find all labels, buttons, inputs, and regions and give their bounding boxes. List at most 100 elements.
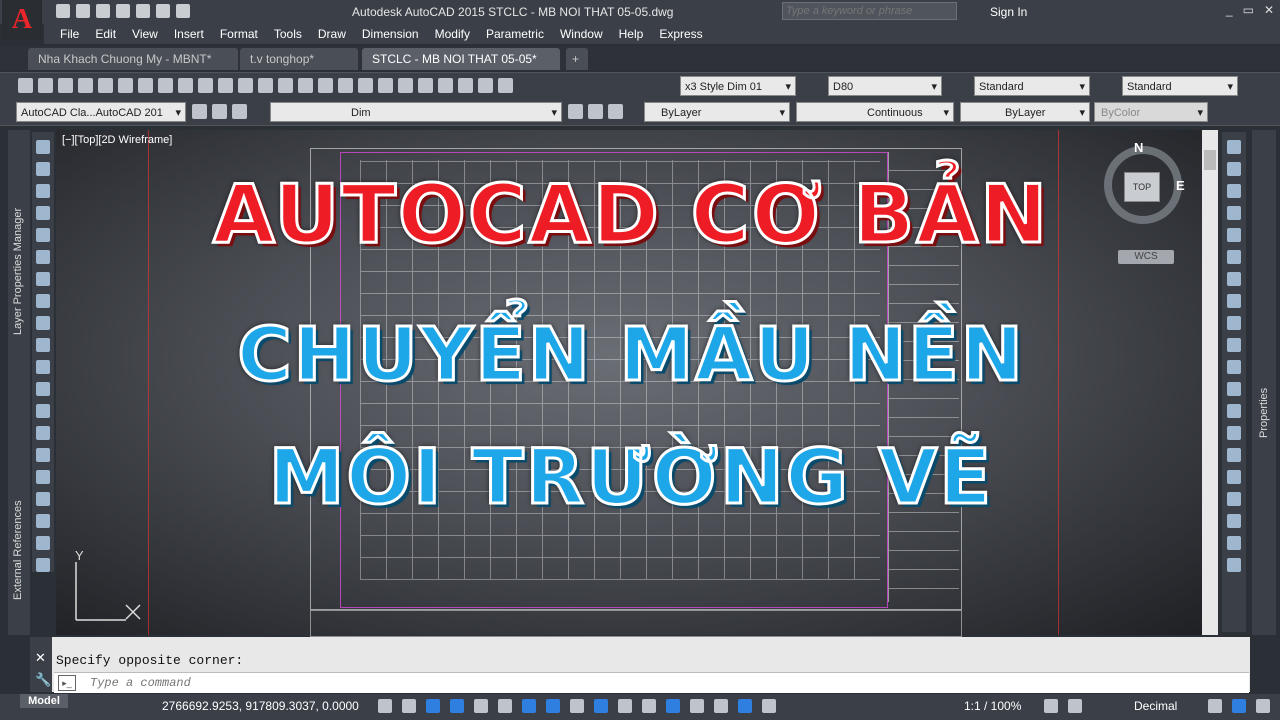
selection-cycling-icon[interactable]: [618, 699, 632, 713]
menu-dimension[interactable]: Dimension: [362, 27, 419, 41]
file-tab-active[interactable]: STCLC - MB NOI THAT 05-05*: [362, 48, 560, 70]
publish-icon[interactable]: [118, 78, 133, 93]
command-prompt-icon[interactable]: ▸_: [58, 675, 76, 691]
menu-window[interactable]: Window: [560, 27, 603, 41]
dim-value-select[interactable]: D80: [828, 76, 942, 97]
chamfer-icon[interactable]: [1227, 426, 1241, 440]
infer-constraints-icon[interactable]: [426, 699, 440, 713]
close-icon[interactable]: ✕: [35, 650, 46, 666]
block-editor-icon[interactable]: [238, 78, 253, 93]
plus-icon[interactable]: [1068, 699, 1082, 713]
save-icon[interactable]: [96, 4, 110, 18]
markup-icon[interactable]: [458, 78, 473, 93]
text-style-select[interactable]: Standard: [974, 76, 1090, 97]
color-select[interactable]: ByLayer: [644, 102, 790, 123]
match-properties-icon[interactable]: [218, 78, 233, 93]
hardware-acceleration-icon[interactable]: [1256, 699, 1270, 713]
stretch-icon[interactable]: [1227, 316, 1241, 330]
extend-icon[interactable]: [1227, 360, 1241, 374]
gizmo-icon[interactable]: [714, 699, 728, 713]
gear-icon[interactable]: [192, 104, 207, 119]
table-style-select[interactable]: Standard: [1122, 76, 1238, 97]
tool-palettes-icon[interactable]: [418, 78, 433, 93]
open-icon[interactable]: [76, 4, 90, 18]
zoom-window-icon[interactable]: [338, 78, 353, 93]
file-tab[interactable]: t.v tonghop*: [240, 48, 358, 70]
transparency-icon[interactable]: [594, 699, 608, 713]
draw-order-icon[interactable]: [1227, 514, 1241, 528]
rotate-icon[interactable]: [1227, 272, 1241, 286]
quickcalc-icon[interactable]: [478, 78, 493, 93]
polar-icon[interactable]: [474, 699, 488, 713]
menu-edit[interactable]: Edit: [95, 27, 116, 41]
snap-icon[interactable]: [402, 699, 416, 713]
erase-icon[interactable]: [1227, 140, 1241, 154]
redo-icon[interactable]: [176, 4, 190, 18]
array-icon[interactable]: [1227, 228, 1241, 242]
isodraft-icon[interactable]: [498, 699, 512, 713]
menu-express[interactable]: Express: [659, 27, 702, 41]
revcloud-icon[interactable]: [36, 294, 50, 308]
bring-front-icon[interactable]: [1227, 536, 1241, 550]
units-select[interactable]: Decimal: [1134, 699, 1177, 713]
undo-icon[interactable]: [258, 78, 273, 93]
properties-icon[interactable]: [378, 78, 393, 93]
layer-state-icon[interactable]: [232, 104, 247, 119]
annotation-visibility-icon[interactable]: [738, 699, 752, 713]
application-menu-button[interactable]: A: [2, 0, 42, 40]
cut-icon[interactable]: [158, 78, 173, 93]
move-icon[interactable]: [1227, 250, 1241, 264]
zoom-previous-icon[interactable]: [358, 78, 373, 93]
plot-preview-icon[interactable]: [98, 78, 113, 93]
vertical-scrollbar[interactable]: [1202, 130, 1218, 635]
save-icon[interactable]: [58, 78, 73, 93]
menu-format[interactable]: Format: [220, 27, 258, 41]
menu-draw[interactable]: Draw: [318, 27, 346, 41]
sign-in-link[interactable]: Sign In: [990, 5, 1027, 19]
redo-icon[interactable]: [278, 78, 293, 93]
annotation-scale[interactable]: 1:1 / 100%: [964, 699, 1021, 713]
menu-file[interactable]: File: [60, 27, 79, 41]
mtext-icon[interactable]: [36, 536, 50, 550]
auto-scale-icon[interactable]: [762, 699, 776, 713]
sheet-set-icon[interactable]: [438, 78, 453, 93]
plot-icon[interactable]: [78, 78, 93, 93]
undo-icon[interactable]: [156, 4, 170, 18]
menu-view[interactable]: View: [132, 27, 158, 41]
send-back-icon[interactable]: [1227, 558, 1241, 572]
menu-insert[interactable]: Insert: [174, 27, 204, 41]
dim-style-select[interactable]: x3 Style Dim 01: [680, 76, 796, 97]
minimize-icon[interactable]: _: [1226, 3, 1233, 17]
model-tab[interactable]: Model: [20, 694, 68, 708]
pan-icon[interactable]: [298, 78, 313, 93]
3d-osnap-icon[interactable]: [642, 699, 656, 713]
wrench-icon[interactable]: 🔧: [35, 672, 51, 688]
close-icon[interactable]: ✕: [1264, 3, 1274, 17]
layer-select[interactable]: Dim: [270, 102, 562, 123]
dynamic-ucs-icon[interactable]: [666, 699, 680, 713]
layer-previous-icon[interactable]: [588, 104, 603, 119]
mirror-icon[interactable]: [1227, 184, 1241, 198]
copy-object-icon[interactable]: [1227, 162, 1241, 176]
break-icon[interactable]: [1227, 382, 1241, 396]
zoom-realtime-icon[interactable]: [318, 78, 333, 93]
menu-parametric[interactable]: Parametric: [486, 27, 544, 41]
properties-palette-tab[interactable]: Properties: [1258, 388, 1270, 438]
isolate-objects-icon[interactable]: [1232, 699, 1246, 713]
scrollbar-thumb[interactable]: [1204, 150, 1216, 170]
copy-icon[interactable]: [178, 78, 193, 93]
save-as-icon[interactable]: [116, 4, 130, 18]
fillet-icon[interactable]: [1227, 448, 1241, 462]
object-snap-tracking-icon[interactable]: [522, 699, 536, 713]
scale-icon[interactable]: [1227, 294, 1241, 308]
offset-icon[interactable]: [1227, 206, 1241, 220]
layer-manager-icon[interactable]: [212, 104, 227, 119]
grid-icon[interactable]: [378, 699, 392, 713]
lineweight-icon[interactable]: [570, 699, 584, 713]
add-selected-icon[interactable]: [36, 558, 50, 572]
maximize-icon[interactable]: ▭: [1243, 3, 1254, 17]
3d-print-icon[interactable]: [138, 78, 153, 93]
viewcube-north[interactable]: N: [1134, 140, 1143, 155]
trim-icon[interactable]: [1227, 338, 1241, 352]
new-icon[interactable]: [56, 4, 70, 18]
